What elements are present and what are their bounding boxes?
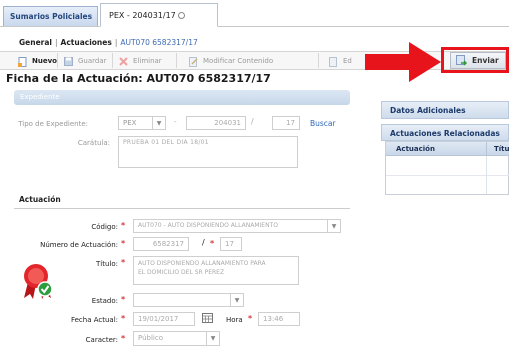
chevron-down-icon: ▼ (230, 294, 243, 306)
delete-x-icon (119, 56, 128, 66)
titulo-line-2: EL DOMICILIO DEL SR PEREZ (138, 269, 225, 276)
chevron-down-icon: ▼ (152, 117, 165, 129)
estado-label: Estado: (91, 297, 118, 305)
tab-sumarios-policiales[interactable]: Sumarios Policiales (3, 6, 98, 26)
numero-actuacion-field[interactable]: 6582317 (133, 237, 189, 251)
chevron-down-icon: ▼ (206, 332, 219, 345)
required-marker: * (248, 314, 253, 323)
breadcrumb-separator: | (114, 38, 118, 47)
column-titulo[interactable]: Títul (494, 145, 509, 153)
caracter-label: Caracter: (85, 336, 118, 344)
edit-document-icon (189, 56, 198, 67)
breadcrumb-current: AUT070 6582317/17 (120, 38, 198, 47)
required-marker: * (210, 239, 215, 248)
chevron-down-icon: ▼ (327, 220, 340, 232)
titulo-label: Título: (96, 260, 118, 268)
dash-separator: - (174, 118, 177, 126)
caracter-value: Público (138, 334, 163, 342)
titulo-field[interactable]: AUTO DISPONIENDO ALLANAMIENTO PARA EL DO… (133, 256, 299, 285)
tipo-expediente-select[interactable]: PEX ▼ (118, 116, 166, 130)
toolbar-divider (57, 53, 58, 68)
edit-button[interactable]: Ed (329, 55, 352, 67)
datos-adicionales-header[interactable]: Datos Adicionales (381, 101, 509, 119)
caracter-select[interactable]: Público ▼ (133, 331, 220, 346)
new-label: Nuevo (32, 57, 57, 65)
save-icon (64, 56, 73, 66)
modify-content-button[interactable]: Modificar Contenido (189, 55, 273, 67)
titulo-line-1: AUTO DISPONIENDO ALLANAMIENTO PARA (138, 260, 266, 267)
tipo-expediente-value: PEX (123, 119, 137, 127)
certificate-ribbon-icon (24, 264, 53, 299)
required-marker: * (121, 295, 126, 304)
required-marker: * (121, 314, 126, 323)
new-button[interactable]: Nuevo (18, 55, 57, 67)
row-divider (386, 175, 509, 176)
breadcrumb: General | Actuaciones | AUT070 6582317/17 (19, 38, 198, 47)
numero-expediente-field[interactable]: 204031 (186, 116, 246, 130)
close-icon[interactable] (177, 12, 185, 19)
slash-separator: / (251, 117, 254, 126)
caratula-label: Carátula: (77, 139, 110, 147)
delete-button[interactable]: Eliminar (119, 55, 162, 67)
tab-label: PEX - 204031/17 (109, 11, 176, 20)
delete-label: Eliminar (133, 57, 162, 65)
numero-actuacion-label: Número de Actuación: (40, 241, 118, 249)
modify-content-label: Modificar Contenido (203, 57, 274, 65)
codigo-value: AUT070 - AUTO DISPONIENDO ALLANAMIENTO (138, 222, 278, 229)
fecha-field[interactable]: 19/01/2017 (133, 312, 195, 326)
anio-expediente-field[interactable]: 17 (272, 116, 300, 130)
hora-label: Hora (226, 316, 243, 324)
edit-label: Ed (343, 57, 352, 65)
calendar-icon[interactable] (202, 313, 213, 323)
actuaciones-relacionadas-grid: Actuación Títul (385, 141, 509, 195)
caratula-field[interactable]: PRUEBA 01 DEL DIA 18/01 (118, 136, 298, 168)
codigo-select[interactable]: AUT070 - AUTO DISPONIENDO ALLANAMIENTO ▼ (133, 219, 341, 233)
tab-pex[interactable]: PEX - 204031/17 (100, 3, 218, 27)
save-label: Guardar (78, 57, 107, 65)
tipo-expediente-label: Tipo de Expediente: (18, 120, 88, 128)
toolbar-divider (176, 53, 177, 68)
required-marker: * (121, 239, 126, 248)
grid-header: Actuación Títul (386, 142, 509, 156)
slash-separator: / (202, 238, 205, 247)
column-actuacion[interactable]: Actuación (396, 145, 435, 153)
search-link[interactable]: Buscar (310, 119, 336, 128)
section-divider (14, 208, 350, 209)
expediente-section-header: Expediente (14, 90, 350, 105)
breadcrumb-separator: | (55, 38, 58, 47)
anio-actuacion-field[interactable]: 17 (220, 237, 242, 251)
toolbar-divider (318, 53, 319, 68)
new-document-icon (18, 56, 27, 67)
edit-icon (329, 56, 338, 67)
required-marker: * (121, 221, 126, 230)
required-marker: * (121, 334, 126, 343)
hora-field[interactable]: 13:46 (258, 312, 300, 326)
fecha-label: Fecha Actual: (70, 316, 118, 324)
codigo-label: Código: (91, 223, 118, 231)
red-arrow-annotation (365, 42, 441, 82)
highlight-box (441, 47, 509, 73)
breadcrumb-actuaciones[interactable]: Actuaciones (61, 38, 112, 47)
actuaciones-relacionadas-header[interactable]: Actuaciones Relacionadas (381, 124, 509, 141)
save-button[interactable]: Guardar (64, 55, 107, 67)
tab-label: Sumarios Policiales (10, 12, 93, 21)
breadcrumb-general[interactable]: General (19, 38, 52, 47)
estado-select[interactable]: ▼ (133, 293, 244, 307)
page-title: Ficha de la Actuación: AUT070 6582317/17 (6, 72, 271, 85)
column-divider (486, 142, 487, 156)
toolbar-divider (112, 53, 113, 68)
required-marker: * (121, 258, 126, 267)
actuacion-section-title: Actuación (19, 195, 61, 204)
